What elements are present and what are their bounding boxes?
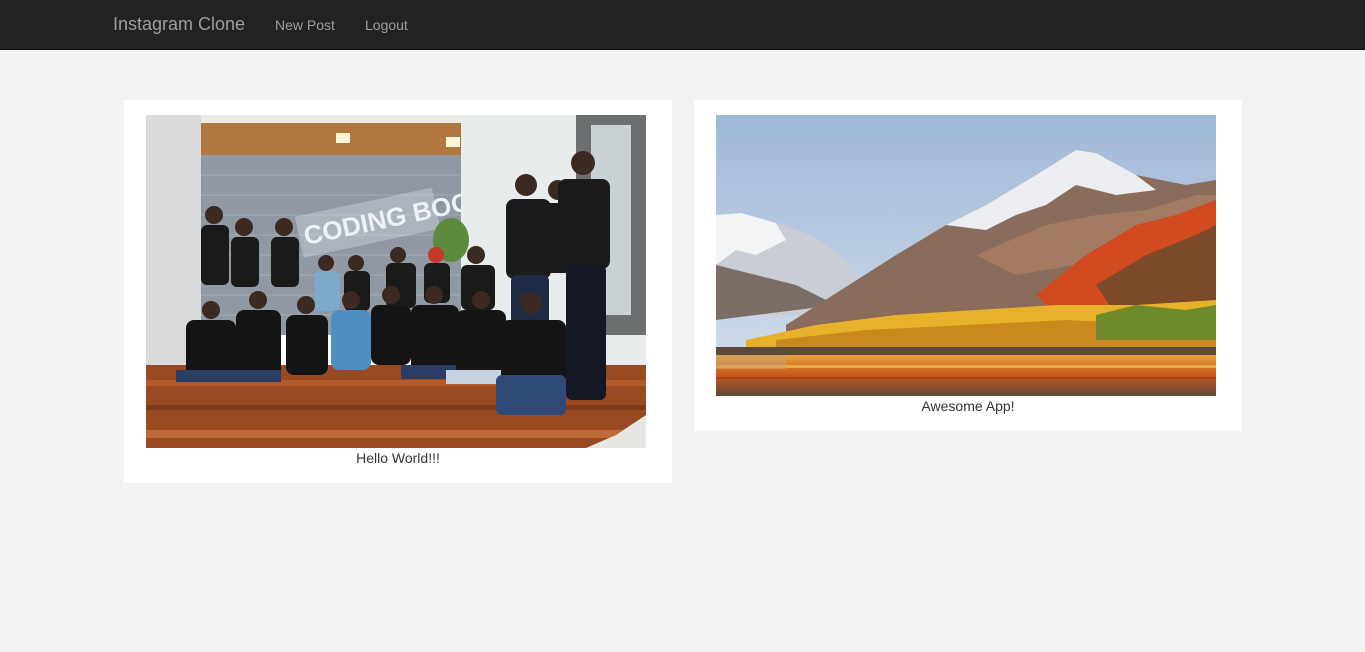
post-card: CODING BOOTCAMP Hello World!!! [124, 100, 672, 483]
new-post-link[interactable]: New Post [275, 15, 335, 35]
post-image[interactable]: CODING BOOTCAMP [146, 115, 646, 448]
navbar: Instagram Clone New Post Logout [0, 0, 1365, 50]
post-caption: Hello World!!! [356, 450, 440, 466]
post-card: Awesome App! [694, 100, 1242, 431]
post-image[interactable] [716, 115, 1216, 396]
post-caption: Awesome App! [921, 398, 1015, 414]
brand-link[interactable]: Instagram Clone [113, 13, 245, 35]
logout-link[interactable]: Logout [365, 15, 408, 35]
